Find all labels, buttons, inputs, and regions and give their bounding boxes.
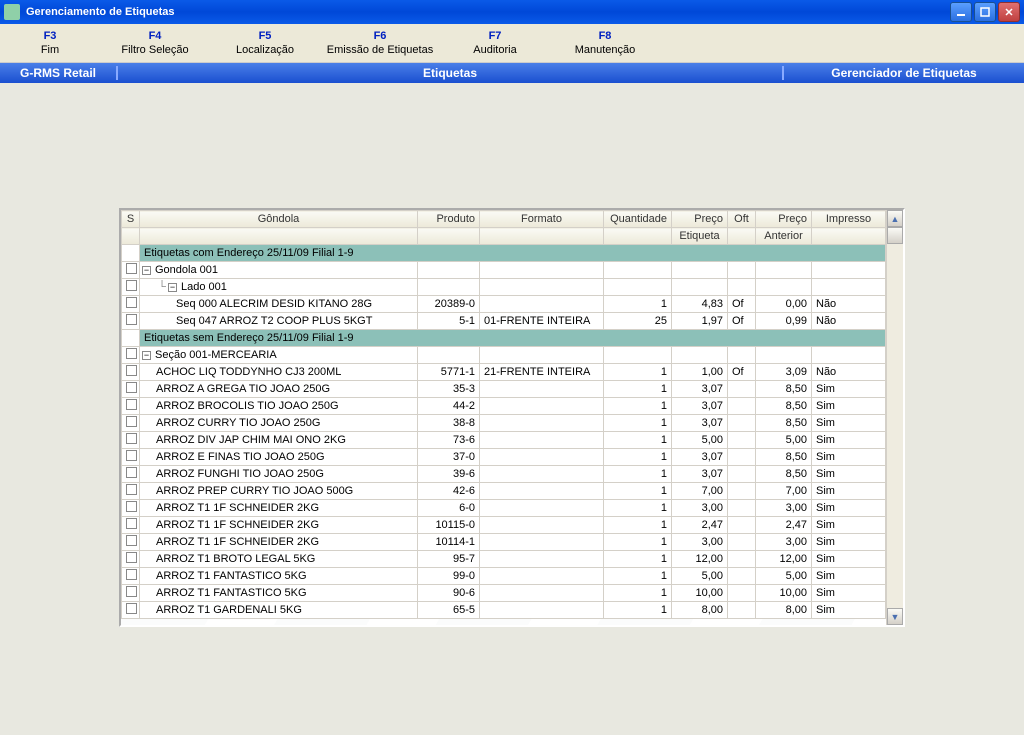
col-oft[interactable]: Oft xyxy=(728,211,756,228)
table-row[interactable]: ARROZ BROCOLIS TIO JOAO 250G44-213,078,5… xyxy=(122,398,886,415)
minimize-button[interactable] xyxy=(950,2,972,22)
table-row[interactable]: ARROZ T1 1F SCHNEIDER 2KG10115-012,472,4… xyxy=(122,517,886,534)
window-title: Gerenciamento de Etiquetas xyxy=(26,6,950,18)
col-produto[interactable]: Produto xyxy=(418,211,480,228)
collapse-icon[interactable]: − xyxy=(168,283,177,292)
table-row[interactable]: ARROZ FUNGHI TIO JOAO 250G39-613,078,50S… xyxy=(122,466,886,483)
col-formato[interactable]: Formato xyxy=(480,211,604,228)
checkbox[interactable] xyxy=(126,535,137,546)
subcol-etiqueta: Etiqueta xyxy=(672,228,728,245)
menu-emissao[interactable]: F6Emissão de Etiquetas xyxy=(320,28,440,58)
scroll-thumb[interactable] xyxy=(887,227,903,244)
collapse-icon[interactable]: − xyxy=(142,351,151,360)
info-screen: Gerenciador de Etiquetas xyxy=(784,66,1024,80)
menu-localizacao[interactable]: F5Localização xyxy=(210,28,320,58)
table-row[interactable]: ARROZ T1 BROTO LEGAL 5KG95-7112,0012,00S… xyxy=(122,551,886,568)
table-row[interactable]: ARROZ PREP CURRY TIO JOAO 500G42-617,007… xyxy=(122,483,886,500)
section-com-endereco[interactable]: Etiquetas com Endereço 25/11/09 Filial 1… xyxy=(122,245,886,262)
table-row[interactable]: ARROZ DIV JAP CHIM MAI ONO 2KG73-615,005… xyxy=(122,432,886,449)
checkbox[interactable] xyxy=(126,501,137,512)
table-row[interactable]: Seq 047 ARROZ T2 COOP PLUS 5KGT 5-101-FR… xyxy=(122,313,886,330)
tree-gondola[interactable]: −Gondola 001 xyxy=(122,262,886,279)
checkbox[interactable] xyxy=(126,382,137,393)
menu-filtro[interactable]: F4Filtro Seleção xyxy=(100,28,210,58)
checkbox[interactable] xyxy=(126,280,137,291)
checkbox[interactable] xyxy=(126,314,137,325)
table-row[interactable]: ARROZ T1 1F SCHNEIDER 2KG10114-113,003,0… xyxy=(122,534,886,551)
checkbox[interactable] xyxy=(126,518,137,529)
checkbox[interactable] xyxy=(126,348,137,359)
grid-panel: S Gôndola Produto Formato Quantidade Pre… xyxy=(119,208,905,627)
info-bar: G-RMS Retail Etiquetas Gerenciador de Et… xyxy=(0,63,1024,83)
title-bar: Gerenciamento de Etiquetas xyxy=(0,0,1024,24)
checkbox[interactable] xyxy=(126,552,137,563)
checkbox[interactable] xyxy=(126,433,137,444)
table-row[interactable]: Seq 000 ALECRIM DESID KITANO 28G 20389-0… xyxy=(122,296,886,313)
maximize-button[interactable] xyxy=(974,2,996,22)
info-module: Etiquetas xyxy=(118,66,784,80)
scroll-down-button[interactable]: ▼ xyxy=(887,608,903,625)
checkbox[interactable] xyxy=(126,603,137,614)
table-row[interactable]: ARROZ T1 FANTASTICO 5KG90-6110,0010,00Si… xyxy=(122,585,886,602)
menu-fim[interactable]: F3Fim xyxy=(0,28,100,58)
checkbox[interactable] xyxy=(126,450,137,461)
info-app: G-RMS Retail xyxy=(0,66,118,80)
tree-lado[interactable]: └−Lado 001 xyxy=(122,279,886,296)
col-impresso[interactable]: Impresso xyxy=(812,211,886,228)
subcol-anterior: Anterior xyxy=(756,228,812,245)
col-s[interactable]: S xyxy=(122,211,140,228)
col-preco[interactable]: Preço xyxy=(672,211,728,228)
menu-auditoria[interactable]: F7Auditoria xyxy=(440,28,550,58)
app-icon xyxy=(4,4,20,20)
col-qtd[interactable]: Quantidade xyxy=(604,211,672,228)
tree-secao[interactable]: −Seção 001-MERCEARIA xyxy=(122,347,886,364)
checkbox[interactable] xyxy=(126,416,137,427)
vertical-scrollbar[interactable]: ▲ ▼ xyxy=(886,210,903,625)
table-row[interactable]: ARROZ T1 FANTASTICO 5KG99-015,005,00Sim xyxy=(122,568,886,585)
close-button[interactable] xyxy=(998,2,1020,22)
checkbox[interactable] xyxy=(126,399,137,410)
checkbox[interactable] xyxy=(126,467,137,478)
col-gondola[interactable]: Gôndola xyxy=(140,211,418,228)
table-row[interactable]: ARROZ E FINAS TIO JOAO 250G37-013,078,50… xyxy=(122,449,886,466)
table-row[interactable]: ARROZ T1 GARDENALI 5KG65-518,008,00Sim xyxy=(122,602,886,619)
checkbox[interactable] xyxy=(126,569,137,580)
col-precoant[interactable]: Preço xyxy=(756,211,812,228)
section-sem-endereco[interactable]: Etiquetas sem Endereço 25/11/09 Filial 1… xyxy=(122,330,886,347)
scroll-up-button[interactable]: ▲ xyxy=(887,210,903,227)
menu-manutencao[interactable]: F8Manutenção xyxy=(550,28,660,58)
checkbox[interactable] xyxy=(126,263,137,274)
function-menu: F3Fim F4Filtro Seleção F5Localização F6E… xyxy=(0,24,1024,63)
table-row[interactable]: ARROZ A GREGA TIO JOAO 250G35-313,078,50… xyxy=(122,381,886,398)
etiquetas-table[interactable]: S Gôndola Produto Formato Quantidade Pre… xyxy=(121,210,886,619)
collapse-icon[interactable]: − xyxy=(142,266,151,275)
table-row[interactable]: ACHOC LIQ TODDYNHO CJ3 200ML5771-121-FRE… xyxy=(122,364,886,381)
checkbox[interactable] xyxy=(126,297,137,308)
table-row[interactable]: ARROZ T1 1F SCHNEIDER 2KG6-013,003,00Sim xyxy=(122,500,886,517)
checkbox[interactable] xyxy=(126,365,137,376)
checkbox[interactable] xyxy=(126,484,137,495)
table-row[interactable]: ARROZ CURRY TIO JOAO 250G38-813,078,50Si… xyxy=(122,415,886,432)
checkbox[interactable] xyxy=(126,586,137,597)
